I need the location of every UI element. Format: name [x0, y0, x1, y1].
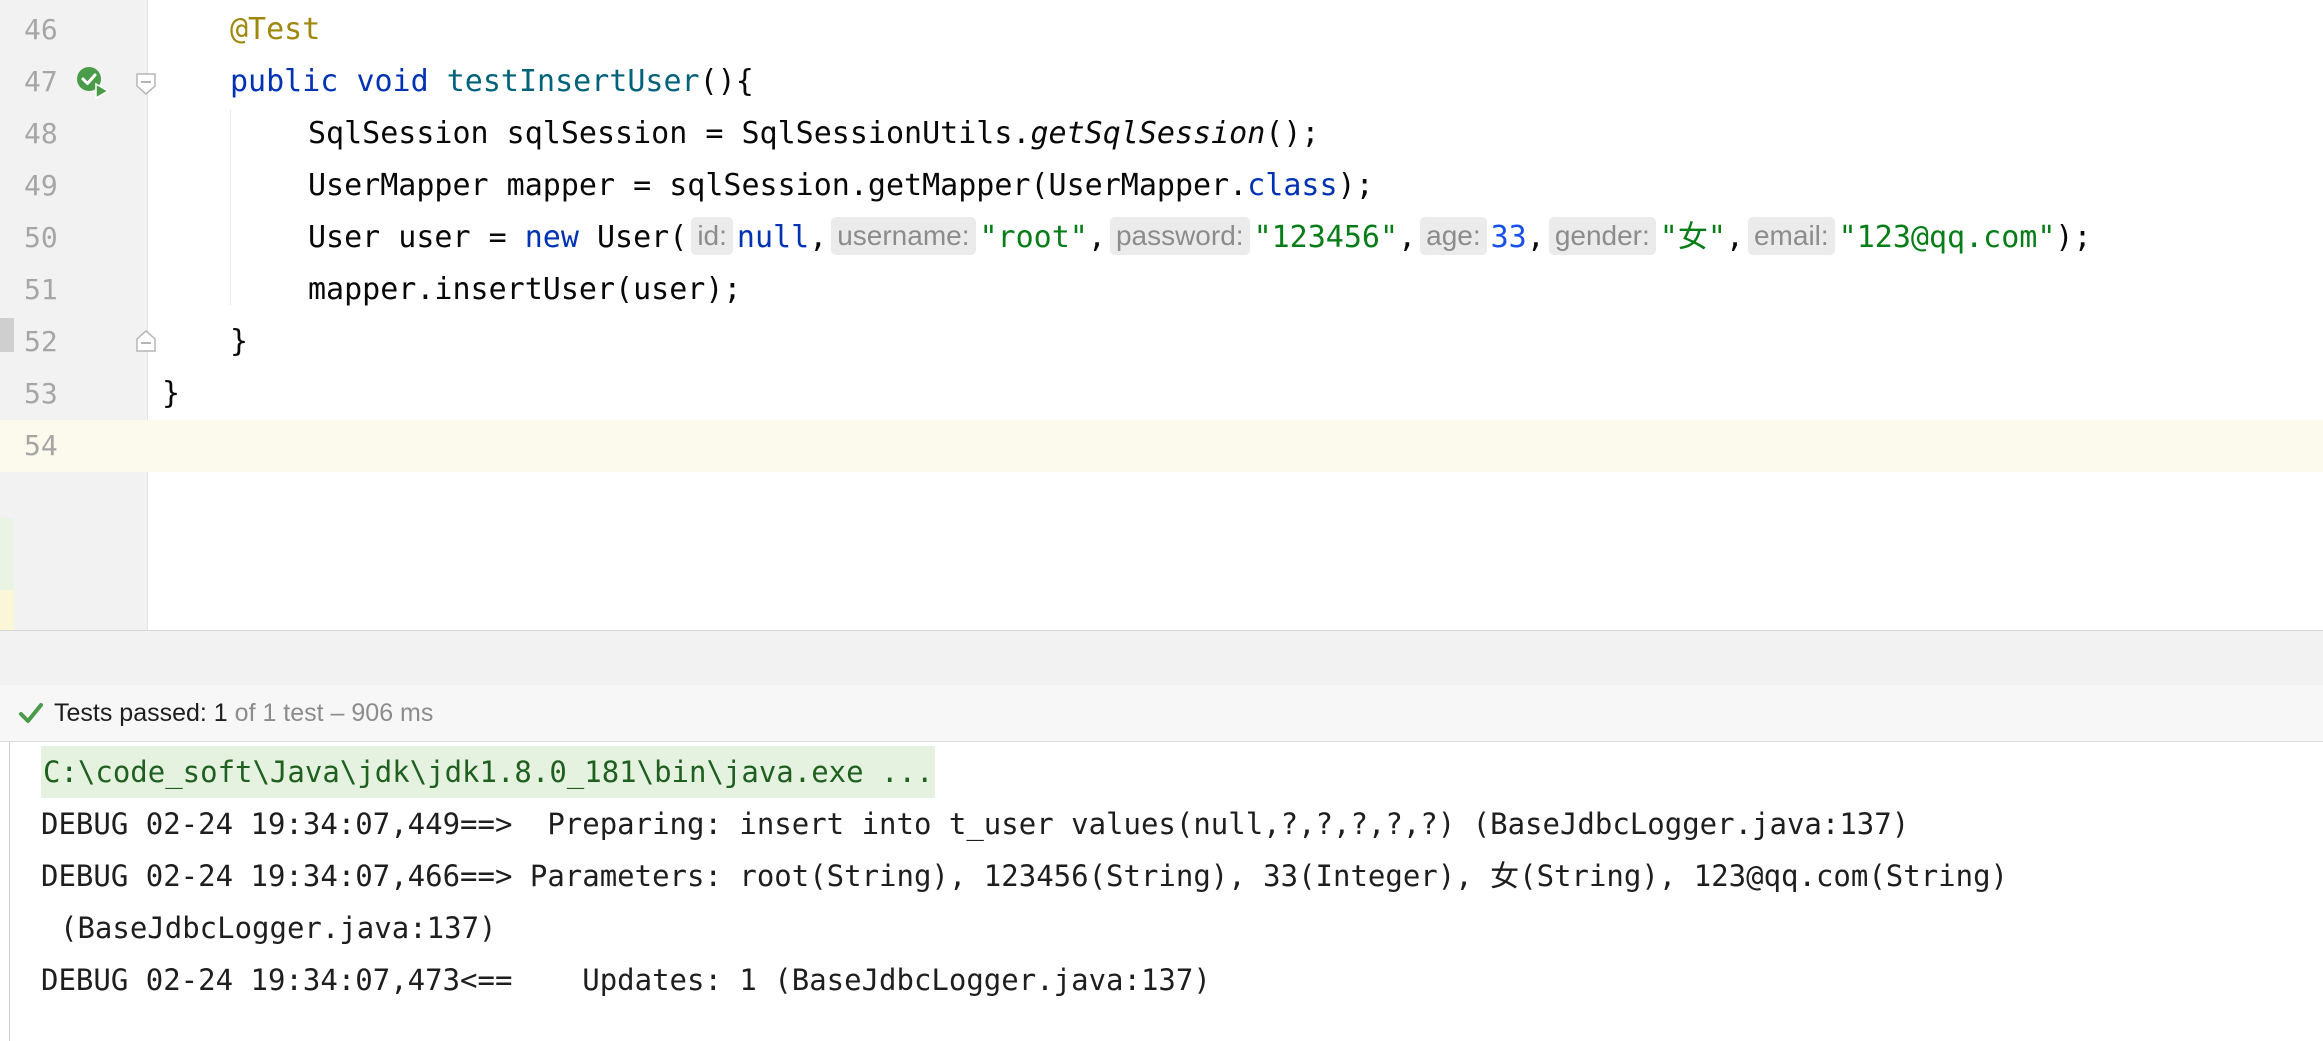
indent-guide: [230, 110, 231, 305]
parameter-hint: gender:: [1548, 217, 1656, 255]
parameter-hint: password:: [1109, 217, 1250, 255]
line-number[interactable]: 50: [14, 212, 86, 264]
parameter-hint: id:: [691, 217, 733, 255]
code-text: public void testInsertUser(){: [230, 56, 754, 108]
code-text: mapper.insertUser(user);: [308, 264, 741, 316]
code-token: public: [230, 64, 339, 99]
line-number[interactable]: 54: [14, 420, 86, 472]
code-line[interactable]: 54: [0, 420, 2323, 472]
code-line[interactable]: 49 UserMapper mapper = sqlSession.getMapp…: [0, 160, 2323, 212]
code-token: ();: [1265, 116, 1320, 151]
check-icon: [19, 703, 43, 723]
code-token: }: [162, 376, 181, 411]
code-text: UserMapper mapper = sqlSession.getMapper…: [308, 160, 1374, 212]
fold-collapse-icon[interactable]: [135, 72, 157, 96]
code-token: mapper.insertUser(user);: [308, 272, 742, 307]
console-log-line: DEBUG 02-24 19:34:07,473<== Updates: 1 (…: [41, 963, 1211, 997]
line-number[interactable]: 46: [14, 4, 86, 56]
console-command-line: C:\code_soft\Java\jdk\jdk1.8.0_181\bin\j…: [41, 746, 936, 798]
line-number[interactable]: 52: [14, 316, 86, 368]
code-line[interactable]: 47 public void testInsertUser(){: [0, 56, 2323, 108]
code-editor[interactable]: 46 @Test 47 public void testInsertUser(){48…: [0, 0, 2323, 630]
code-token: testInsertUser: [446, 64, 700, 99]
code-token: UserMapper mapper = sqlSession.getMapper…: [308, 168, 1248, 203]
code-token: ,: [1526, 220, 1545, 255]
test-status-bar: Tests passed: 1 of 1 test – 906 ms: [0, 685, 2323, 742]
code-token: void: [356, 64, 429, 99]
code-token: );: [1337, 168, 1374, 203]
fold-end-icon[interactable]: [135, 329, 157, 353]
code-text: @Test: [230, 4, 320, 56]
console-log-line: DEBUG 02-24 19:34:07,449==> Preparing: i…: [41, 807, 1910, 841]
code-token: );: [2055, 220, 2092, 255]
code-text: SqlSession sqlSession = SqlSessionUtils.…: [308, 108, 1319, 160]
code-token: }: [230, 324, 249, 359]
code-token: ,: [1725, 220, 1744, 255]
code-line[interactable]: 48 SqlSession sqlSession = SqlSessionUtil…: [0, 108, 2323, 160]
line-number[interactable]: 48: [14, 108, 86, 160]
test-status-text: Tests passed: 1 of 1 test – 906 ms: [54, 685, 433, 741]
tests-detail: of 1 test – 906 ms: [227, 699, 434, 727]
code-token: (){: [699, 64, 754, 99]
code-token: "123456": [1253, 220, 1399, 255]
code-token: new: [524, 220, 579, 255]
code-token: "女": [1659, 220, 1726, 255]
code-line[interactable]: 46 @Test: [0, 4, 2323, 56]
code-token: "123@qq.com": [1838, 220, 2056, 255]
console-log-line: (BaseJdbcLogger.java:137): [60, 911, 497, 945]
parameter-hint: age:: [1420, 217, 1487, 255]
parameter-hint: email:: [1747, 217, 1835, 255]
panel-splitter[interactable]: [0, 630, 2323, 686]
line-number[interactable]: 51: [14, 264, 86, 316]
tests-passed-label: Tests passed: 1: [54, 699, 228, 727]
code-token: User(: [578, 220, 688, 255]
ide-window: 46 @Test 47 public void testInsertUser(){48…: [0, 0, 2323, 1041]
code-token: ,: [809, 220, 828, 255]
code-token: null: [736, 220, 810, 255]
console-border: [9, 742, 10, 1041]
code-text: }: [230, 316, 248, 368]
code-token: @Test: [230, 12, 321, 47]
console-log-line: DEBUG 02-24 19:34:07,466==> Parameters: …: [41, 859, 2009, 893]
code-token: ,: [1398, 220, 1417, 255]
line-number[interactable]: 49: [14, 160, 86, 212]
code-line[interactable]: 51 mapper.insertUser(user);: [0, 264, 2323, 316]
gutter-change-marker: [0, 590, 14, 630]
code-token: SqlSession sqlSession = SqlSessionUtils.: [308, 116, 1031, 151]
code-line[interactable]: 53}: [0, 368, 2323, 420]
code-token: "root": [979, 220, 1088, 255]
code-line[interactable]: 52}: [0, 316, 2323, 368]
parameter-hint: username:: [831, 217, 976, 255]
code-token: class: [1247, 168, 1338, 203]
code-token: getSqlSession: [1030, 116, 1266, 151]
code-line[interactable]: 50 User user = new User(id: null, username:…: [0, 212, 2323, 264]
code-token: User user =: [308, 220, 525, 255]
code-token: 33: [1490, 220, 1527, 255]
code-token: ,: [1087, 220, 1106, 255]
code-text: User user = new User(id: null, username: "r…: [308, 212, 2092, 264]
line-number[interactable]: 53: [14, 368, 86, 420]
run-test-icon[interactable]: [74, 64, 110, 100]
code-text: }: [162, 368, 180, 420]
run-console[interactable]: C:\code_soft\Java\jdk\jdk1.8.0_181\bin\j…: [0, 742, 2323, 1041]
gutter-change-marker: [0, 518, 14, 590]
